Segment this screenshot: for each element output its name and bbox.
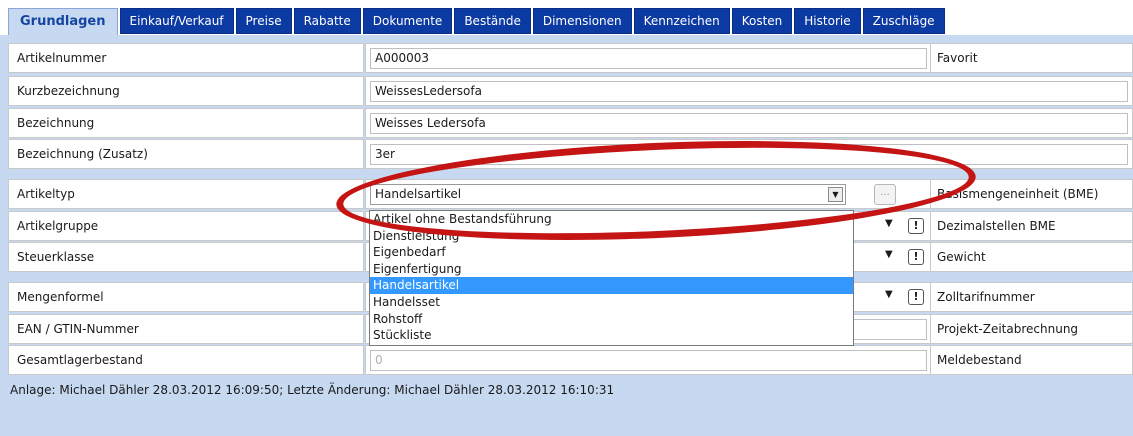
dropdown-option[interactable]: Rohstoff	[370, 311, 853, 328]
artikeltyp-selected-value: Handelsartikel	[375, 187, 462, 201]
artikeltyp-browse-button[interactable]: ...	[874, 184, 896, 205]
dropdown-option[interactable]: Stückliste	[370, 327, 853, 344]
kurzbezeichnung-input[interactable]: WeissesLedersofa	[370, 81, 1128, 102]
artikeltyp-label: Artikeltyp	[8, 179, 364, 209]
tab-kennzeichen[interactable]: Kennzeichen	[633, 8, 730, 34]
chevron-down-icon[interactable]: ▼	[885, 249, 893, 260]
projekt-zeitabrechnung-label: Projekt-Zeitabrechnung	[930, 314, 1133, 344]
tab-zuschlaege[interactable]: Zuschläge	[862, 8, 945, 34]
chevron-down-icon[interactable]: ▼	[885, 289, 893, 300]
kurzbezeichnung-cell: WeissesLedersofa	[365, 76, 1133, 106]
tab-einkauf-verkauf[interactable]: Einkauf/Verkauf	[119, 8, 234, 34]
dropdown-option[interactable]: Handelsset	[370, 294, 853, 311]
gesamtlager-cell: 0	[365, 345, 932, 375]
exclamation-icon[interactable]: !	[908, 218, 924, 234]
artikelnummer-cell: A000003	[365, 43, 932, 73]
gesamtlager-label: Gesamtlagerbestand	[8, 345, 364, 375]
row-kurzbezeichnung: Kurzbezeichnung WeissesLedersofa	[8, 76, 1133, 106]
basismengeneinheit-label: Basismengeneinheit (BME)	[930, 179, 1133, 209]
steuerklasse-label: Steuerklasse	[8, 242, 364, 272]
row-bezeichnung-zusatz: Bezeichnung (Zusatz) 3er	[8, 139, 1133, 169]
row-gesamtlager: Gesamtlagerbestand 0 Meldebestand	[8, 345, 1133, 375]
row-artikelnummer: Artikelnummer A000003 Favorit	[8, 43, 1133, 73]
dropdown-option[interactable]: Artikel ohne Bestandsführung	[370, 211, 853, 228]
tab-dokumente[interactable]: Dokumente	[362, 8, 453, 34]
tab-preise[interactable]: Preise	[235, 8, 292, 34]
tab-bestaende[interactable]: Bestände	[454, 8, 531, 34]
bezeichnung-zusatz-cell: 3er	[365, 139, 1133, 169]
artikeltyp-cell: Handelsartikel ▼ ...	[365, 179, 932, 209]
tab-historie[interactable]: Historie	[794, 8, 861, 34]
bezeichnung-label: Bezeichnung	[8, 108, 364, 138]
bezeichnung-cell: Weisses Ledersofa	[365, 108, 1133, 138]
chevron-down-icon[interactable]: ▼	[885, 218, 893, 229]
tab-list: Grundlagen Einkauf/Verkauf Preise Rabatt…	[8, 8, 947, 36]
dropdown-option[interactable]: Dienstleistung	[370, 228, 853, 245]
dropdown-option[interactable]: Eigenfertigung	[370, 261, 853, 278]
mengenformel-label: Mengenformel	[8, 282, 364, 312]
favorit-label: Favorit	[930, 43, 1133, 73]
bezeichnung-input[interactable]: Weisses Ledersofa	[370, 113, 1128, 134]
exclamation-icon[interactable]: !	[908, 289, 924, 305]
zolltarifnummer-label: Zolltarifnummer	[930, 282, 1133, 312]
exclamation-icon[interactable]: !	[908, 249, 924, 265]
gewicht-label: Gewicht	[930, 242, 1133, 272]
dropdown-option-selected[interactable]: Handelsartikel	[370, 277, 853, 294]
artikelnummer-label: Artikelnummer	[8, 43, 364, 73]
tab-grundlagen[interactable]: Grundlagen	[8, 8, 118, 36]
row-artikeltyp: Artikeltyp Handelsartikel ▼ ... Basismen…	[8, 179, 1133, 209]
ean-label: EAN / GTIN-Nummer	[8, 314, 364, 344]
tab-kosten[interactable]: Kosten	[731, 8, 793, 34]
tab-bar: Grundlagen Einkauf/Verkauf Preise Rabatt…	[0, 0, 1133, 38]
row-bezeichnung: Bezeichnung Weisses Ledersofa	[8, 108, 1133, 138]
meldebestand-label: Meldebestand	[930, 345, 1133, 375]
artikeltyp-dropdown-list[interactable]: Artikel ohne Bestandsführung Dienstleist…	[369, 210, 854, 346]
dropdown-option[interactable]: Eigenbedarf	[370, 244, 853, 261]
chevron-down-icon[interactable]: ▼	[828, 187, 843, 202]
artikeltyp-select[interactable]: Handelsartikel ▼	[370, 184, 846, 205]
tab-dimensionen[interactable]: Dimensionen	[532, 8, 632, 34]
artikelnummer-input[interactable]: A000003	[370, 48, 927, 69]
dezimalstellen-label: Dezimalstellen BME	[930, 211, 1133, 241]
bezeichnung-zusatz-label: Bezeichnung (Zusatz)	[8, 139, 364, 169]
gesamtlager-input: 0	[370, 350, 927, 371]
kurzbezeichnung-label: Kurzbezeichnung	[8, 76, 364, 106]
tab-rabatte[interactable]: Rabatte	[293, 8, 361, 34]
artikelgruppe-label: Artikelgruppe	[8, 211, 364, 241]
audit-status: Anlage: Michael Dähler 28.03.2012 16:09:…	[10, 383, 615, 397]
bezeichnung-zusatz-input[interactable]: 3er	[370, 144, 1128, 165]
